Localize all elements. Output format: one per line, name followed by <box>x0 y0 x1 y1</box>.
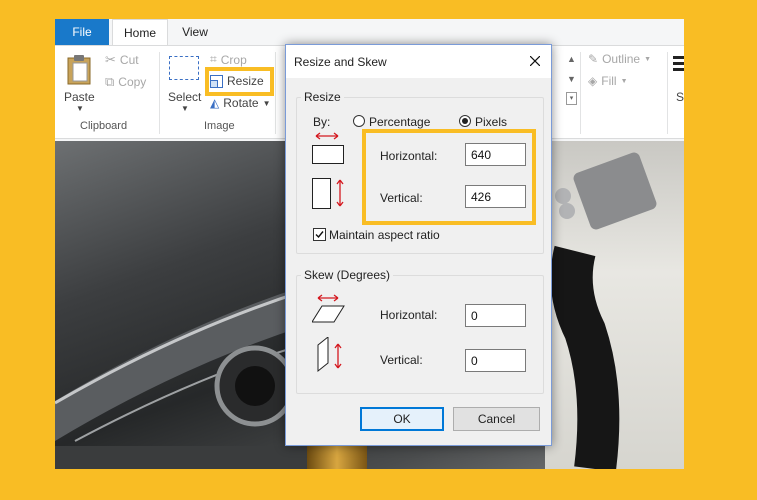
paste-icon <box>67 55 91 85</box>
skew-horizontal-input[interactable] <box>465 304 526 327</box>
copy-icon: ⧉ <box>105 74 115 89</box>
resize-vertical-label: Vertical: <box>380 191 423 205</box>
cut-label: Cut <box>119 53 139 67</box>
resize-horizontal-input[interactable] <box>465 143 526 166</box>
crop-icon: ⌗ <box>210 52 217 66</box>
resize-icon <box>210 74 223 88</box>
pen-icon: ✎ <box>588 52 599 66</box>
line-size-icon <box>673 56 684 71</box>
percentage-radio[interactable] <box>353 115 365 127</box>
paste-label: Paste <box>64 90 95 104</box>
fill-label: Fill <box>601 74 617 88</box>
maintain-aspect-label[interactable]: Maintain aspect ratio <box>329 228 440 242</box>
resize-skew-dialog: Resize and Skew Resize By: Percentage Pi… <box>285 44 552 446</box>
shapes-scroll-up-icon[interactable]: ▲ <box>567 54 576 64</box>
resize-button[interactable]: Resize <box>210 74 264 88</box>
skew-vertical-input[interactable] <box>465 349 526 372</box>
resize-horizontal-label: Horizontal: <box>380 149 438 163</box>
pixels-label[interactable]: Pixels <box>475 115 507 129</box>
crop-button[interactable]: ⌗ Crop <box>210 52 247 67</box>
size-label: S <box>676 90 684 104</box>
skew-vertical-label: Vertical: <box>380 353 423 367</box>
checkmark-icon <box>315 231 324 239</box>
fill-button[interactable]: ◈ Fill ▼ <box>588 74 628 88</box>
percentage-label[interactable]: Percentage <box>369 115 430 129</box>
crop-label: Crop <box>220 52 247 67</box>
cut-button[interactable]: ✂ Cut <box>105 52 139 68</box>
rotate-icon: ◭ <box>210 96 220 110</box>
copy-label: Copy <box>118 75 147 89</box>
copy-button[interactable]: ⧉ Copy <box>105 74 146 90</box>
chevron-down-icon: ▼ <box>181 104 189 113</box>
resize-horizontal-icon <box>312 132 344 164</box>
tab-view[interactable]: View <box>175 19 215 45</box>
photo-right-area <box>545 141 684 469</box>
select-button[interactable]: Select ▼ <box>167 54 203 114</box>
ribbon-tabbar: File Home View <box>55 19 684 46</box>
chevron-down-icon: ▼ <box>644 55 652 63</box>
resize-vertical-icon <box>312 178 344 209</box>
clipboard-group-label: Clipboard <box>80 120 128 132</box>
ribbon-separator <box>667 52 668 134</box>
by-label: By: <box>313 115 331 129</box>
ribbon-separator <box>580 52 581 134</box>
image-group-label: Image <box>204 120 235 132</box>
tab-file[interactable]: File <box>55 19 109 45</box>
size-button[interactable]: S <box>673 54 684 114</box>
ok-button[interactable]: OK <box>360 407 444 431</box>
close-button[interactable] <box>524 51 546 71</box>
ribbon-separator <box>159 52 160 134</box>
cable-shape <box>550 152 657 469</box>
cancel-button[interactable]: Cancel <box>453 407 540 431</box>
select-rectangle-icon <box>169 56 199 80</box>
dialog-titlebar: Resize and Skew <box>286 45 551 78</box>
pixels-radio[interactable] <box>459 115 471 127</box>
tab-home[interactable]: Home <box>112 19 168 46</box>
chevron-down-icon: ▼ <box>262 98 271 108</box>
skew-legend: Skew (Degrees) <box>304 268 391 282</box>
select-label: Select <box>168 90 202 104</box>
resize-vertical-input[interactable] <box>465 185 526 208</box>
chevron-down-icon: ▼ <box>76 104 84 113</box>
paste-button[interactable]: Paste ▼ <box>63 54 97 114</box>
skew-horizontal-label: Horizontal: <box>380 308 438 322</box>
rotate-label: Rotate <box>223 96 259 110</box>
resize-label: Resize <box>227 74 264 88</box>
rotate-button[interactable]: ◭ Rotate ▼ <box>210 96 271 110</box>
resize-legend: Resize <box>304 90 341 104</box>
ribbon-separator <box>275 52 276 134</box>
skew-horizontal-icon <box>312 294 345 323</box>
shapes-expand-icon[interactable]: ▾ <box>566 92 577 105</box>
maintain-aspect-checkbox[interactable] <box>313 228 326 241</box>
dialog-title: Resize and Skew <box>294 55 387 69</box>
scissors-icon: ✂ <box>105 52 116 67</box>
chevron-down-icon: ▼ <box>620 77 628 85</box>
bucket-icon: ◈ <box>588 74 598 88</box>
skew-vertical-icon <box>317 337 342 373</box>
shapes-scroll-down-icon[interactable]: ▼ <box>567 74 576 84</box>
close-icon <box>530 56 540 66</box>
outline-label: Outline <box>602 52 641 66</box>
outline-button[interactable]: ✎ Outline ▼ <box>588 52 651 66</box>
